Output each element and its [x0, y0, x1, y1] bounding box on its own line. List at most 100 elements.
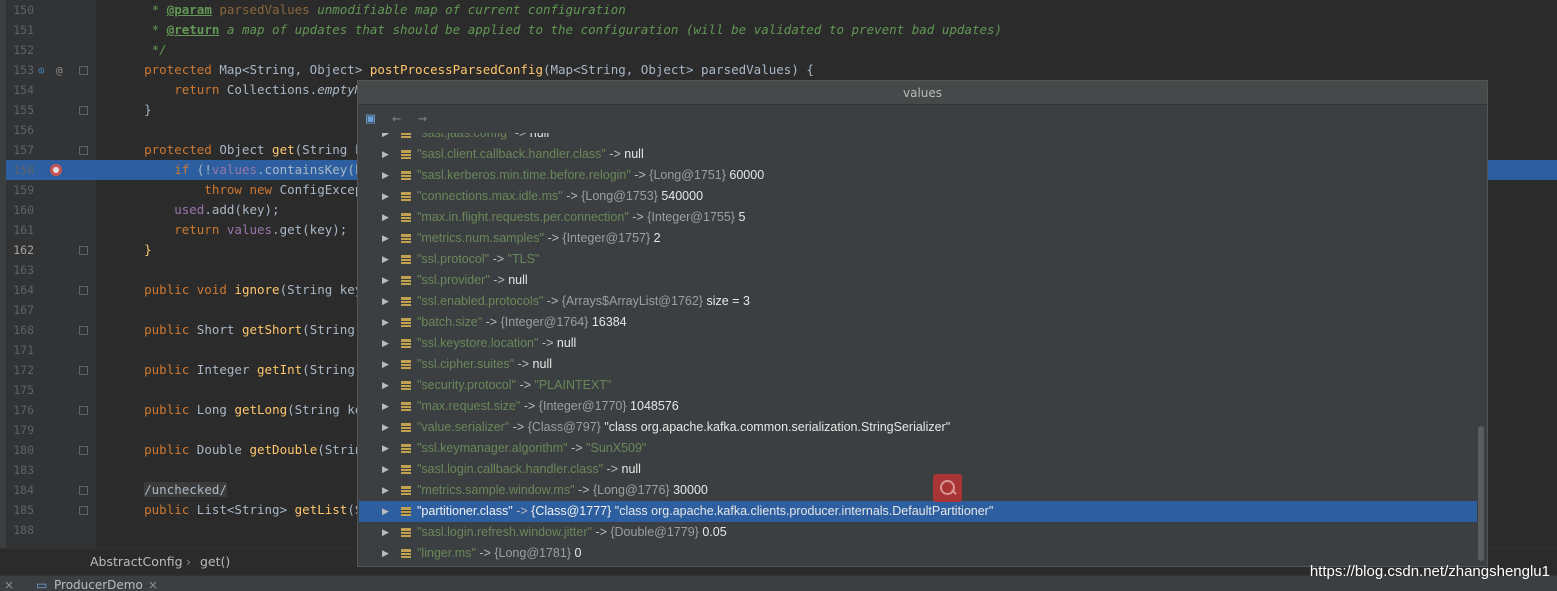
tree-row-selected[interactable]: ▶ "partitioner.class" -> {Class@1777} "cl…	[359, 501, 1477, 522]
tree-row-partial[interactable]: ▶ "sasl.jaas.config" -> null	[359, 133, 1477, 144]
fold-marker-icon[interactable]	[79, 286, 88, 295]
tab-close-icon[interactable]: ×	[148, 578, 158, 591]
line-number[interactable]: 161	[6, 220, 34, 240]
line-number[interactable]: 164	[6, 280, 34, 300]
expand-arrow-icon[interactable]: ▶	[382, 249, 389, 270]
breakpoint-icon[interactable]	[50, 164, 62, 176]
line-number[interactable]: 172	[6, 360, 34, 380]
expand-arrow-icon[interactable]: ▶	[382, 133, 389, 144]
tree-row[interactable]: ▶ "ssl.enabled.protocols" -> {Arrays$Arra…	[359, 291, 1477, 312]
close-icon[interactable]: ×	[4, 578, 14, 591]
line-number[interactable]: 150	[6, 0, 34, 20]
line-number[interactable]: 176	[6, 400, 34, 420]
code-line[interactable]: 151 * @return a map of updates that shou…	[6, 20, 1557, 40]
inspect-icon[interactable]: ▣	[366, 109, 375, 127]
breadcrumb-class[interactable]: AbstractConfig	[90, 554, 183, 569]
fold-marker-icon[interactable]	[79, 146, 88, 155]
tree-row[interactable]: ▶ "batch.size" -> {Integer@1764} 16384	[359, 312, 1477, 333]
expand-arrow-icon[interactable]: ▶	[382, 312, 389, 333]
fold-marker-icon[interactable]	[79, 366, 88, 375]
tree-row[interactable]: ▶ "sasl.kerberos.min.time.before.relogin"…	[359, 165, 1477, 186]
fold-marker-icon[interactable]	[79, 506, 88, 515]
expand-arrow-icon[interactable]: ▶	[382, 144, 389, 165]
expand-arrow-icon[interactable]: ▶	[382, 522, 389, 543]
tree-row[interactable]: ▶ "value.serializer" -> {Class@797} "clas…	[359, 417, 1477, 438]
tree-row[interactable]: ▶ "connections.max.idle.ms" -> {Long@1753…	[359, 186, 1477, 207]
line-number[interactable]: 179	[6, 420, 34, 440]
line-number[interactable]: 171	[6, 340, 34, 360]
code-line[interactable]: 150 * @param parsedValues unmodifiable m…	[6, 0, 1557, 20]
fold-marker-icon[interactable]	[79, 106, 88, 115]
override-icon[interactable]: ⊙	[38, 61, 45, 81]
line-number[interactable]: 175	[6, 380, 34, 400]
line-number[interactable]: 155	[6, 100, 34, 120]
code-line[interactable]: 153 protected Map<String, Object> postPr…	[6, 60, 1557, 80]
line-number[interactable]: 183	[6, 460, 34, 480]
expand-arrow-icon[interactable]: ▶	[382, 543, 389, 564]
tree-row[interactable]: ▶ "security.protocol" -> "PLAINTEXT"	[359, 375, 1477, 396]
code-line[interactable]: 152 */	[6, 40, 1557, 60]
expand-arrow-icon[interactable]: ▶	[382, 333, 389, 354]
forward-arrow-icon[interactable]: →	[418, 109, 427, 127]
tree-row[interactable]: ▶ "linger.ms" -> {Long@1781} 0	[359, 543, 1477, 564]
tree-row[interactable]: ▶ "ssl.keystore.location" -> null	[359, 333, 1477, 354]
line-number[interactable]: 156	[6, 120, 34, 140]
expand-arrow-icon[interactable]: ▶	[382, 480, 389, 501]
expand-arrow-icon[interactable]: ▶	[382, 396, 389, 417]
line-number[interactable]: 167	[6, 300, 34, 320]
fold-marker-icon[interactable]	[79, 446, 88, 455]
expand-arrow-icon[interactable]: ▶	[382, 228, 389, 249]
tree-row[interactable]: ▶ "ssl.keymanager.algorithm" -> "SunX509"	[359, 438, 1477, 459]
expand-arrow-icon[interactable]: ▶	[382, 354, 389, 375]
tree-row[interactable]: ▶ "ssl.cipher.suites" -> null	[359, 354, 1477, 375]
expand-arrow-icon[interactable]: ▶	[382, 375, 389, 396]
popup-scrollbar[interactable]	[1478, 426, 1484, 561]
fold-marker-icon[interactable]	[79, 326, 88, 335]
tree-row[interactable]: ▶ "metrics.sample.window.ms" -> {Long@177…	[359, 480, 1477, 501]
tree-row[interactable]: ▶ "sasl.login.callback.handler.class" -> …	[359, 459, 1477, 480]
line-number[interactable]: 188	[6, 520, 34, 540]
popup-title[interactable]: values	[358, 81, 1487, 105]
tree-row[interactable]: ▶ "metrics.num.samples" -> {Integer@1757}…	[359, 228, 1477, 249]
expand-arrow-icon[interactable]: ▶	[382, 186, 389, 207]
tree-row[interactable]: ▶ "max.in.flight.requests.per.connection"…	[359, 207, 1477, 228]
expand-arrow-icon[interactable]: ▶	[382, 270, 389, 291]
line-number[interactable]: 185	[6, 500, 34, 520]
line-number[interactable]: 154	[6, 80, 34, 100]
line-number[interactable]: 158	[6, 160, 34, 180]
search-icon[interactable]	[933, 474, 962, 502]
line-number[interactable]: 159	[6, 180, 34, 200]
expand-arrow-icon[interactable]: ▶	[382, 207, 389, 228]
expand-arrow-icon[interactable]: ▶	[382, 438, 389, 459]
expand-arrow-icon[interactable]: ▶	[382, 165, 389, 186]
annotation-icon[interactable]: @	[56, 61, 63, 81]
line-number[interactable]: 184	[6, 480, 34, 500]
values-popup[interactable]: values ▣ ← → ▶ "sasl.jaas.config" -> nul…	[357, 80, 1488, 567]
expand-arrow-icon[interactable]: ▶	[382, 459, 389, 480]
line-number[interactable]: 162	[6, 240, 34, 260]
tree-row[interactable]: ▶ "sasl.login.refresh.window.jitter" -> {…	[359, 522, 1477, 543]
line-number[interactable]: 151	[6, 20, 34, 40]
expand-arrow-icon[interactable]: ▶	[382, 417, 389, 438]
tree-row[interactable]: ▶ "sasl.client.callback.handler.class" ->…	[359, 144, 1477, 165]
expand-arrow-icon[interactable]: ▶	[382, 291, 389, 312]
line-number[interactable]: 163	[6, 260, 34, 280]
line-number[interactable]: 157	[6, 140, 34, 160]
fold-marker-icon[interactable]	[79, 66, 88, 75]
line-number[interactable]: 180	[6, 440, 34, 460]
expand-arrow-icon[interactable]: ▶	[382, 501, 389, 522]
fold-marker-icon[interactable]	[79, 406, 88, 415]
line-number[interactable]: 153	[6, 60, 34, 80]
tree-row[interactable]: ▶ "ssl.protocol" -> "TLS"	[359, 249, 1477, 270]
variables-tree[interactable]: ▶ "sasl.jaas.config" -> null ▶ "sasl.clie…	[359, 133, 1477, 566]
tab-producer-demo[interactable]: ProducerDemo	[54, 578, 143, 591]
back-arrow-icon[interactable]: ←	[392, 109, 401, 127]
breadcrumb-method[interactable]: get()	[200, 554, 230, 569]
line-number[interactable]: 168	[6, 320, 34, 340]
fold-marker-icon[interactable]	[79, 246, 88, 255]
fold-marker-icon[interactable]	[79, 486, 88, 495]
line-number[interactable]: 152	[6, 40, 34, 60]
line-number[interactable]: 160	[6, 200, 34, 220]
tree-row[interactable]: ▶ "ssl.provider" -> null	[359, 270, 1477, 291]
tree-row[interactable]: ▶ "max.request.size" -> {Integer@1770} 10…	[359, 396, 1477, 417]
